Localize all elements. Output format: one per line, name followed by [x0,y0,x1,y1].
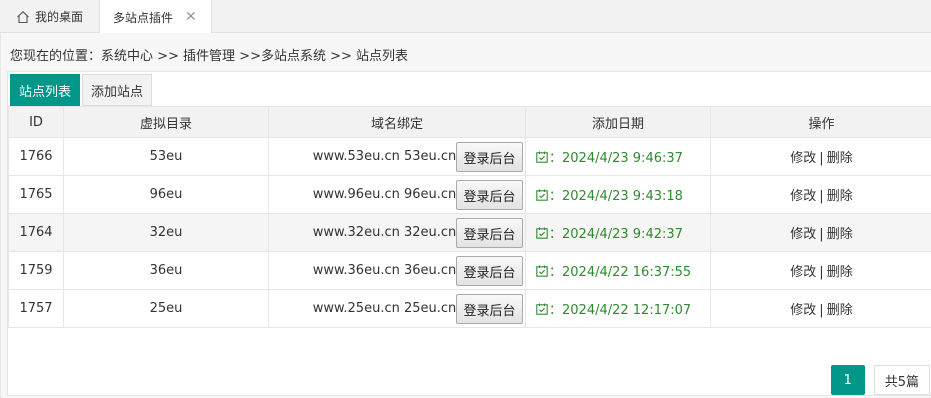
calendar-icon [536,227,548,239]
cell-id: 1764 [8,213,64,252]
login-admin-button[interactable]: 登录后台 [456,294,523,324]
domain-text: www.25eu.cn 25eu.cn [312,301,457,316]
cell-dir: 25eu [63,289,269,328]
calendar-icon [536,303,548,315]
date-text: ：2024/4/22 12:17:07 [549,303,692,318]
cell-actions: 修改 | 删除 [710,289,931,328]
domain-text: www.36eu.cn 36eu.cn [312,263,457,278]
table-row: 1757 25eu www.25eu.cn 25eu.cn 登录后台 ：2024… [8,289,931,328]
domain-text: www.32eu.cn 32eu.cn [312,225,457,240]
cell-date: ：2024/4/23 9:43:18 [525,175,711,214]
header-domain: 域名绑定 [268,106,526,138]
cell-id: 1766 [8,137,64,176]
cell-domain: www.96eu.cn 96eu.cn 登录后台 [268,175,526,214]
table-row: 1759 36eu www.36eu.cn 36eu.cn 登录后台 ：2024… [8,251,931,290]
domain-text: www.96eu.cn 96eu.cn [312,187,457,202]
site-list-panel: 站点列表 添加站点 ID 虚拟目录 域名绑定 添加日期 操作 1766 53eu [7,71,931,396]
tab-bar: 我的桌面 多站点插件 ✕ [0,0,931,34]
cell-date: ：2024/4/23 9:46:37 [525,137,711,176]
header-date: 添加日期 [525,106,711,138]
table-row: 1765 96eu www.96eu.cn 96eu.cn 登录后台 ：2024… [8,175,931,214]
action-separator: | [819,227,824,242]
tab-active-label: 多站点插件 [113,10,174,25]
breadcrumb: 您现在的位置：系统中心 >> 插件管理 >>多站点系统 >> 站点列表 [10,49,409,64]
cell-actions: 修改 | 删除 [710,251,931,290]
tab-home[interactable]: 我的桌面 [0,0,100,33]
action-separator: | [819,303,824,318]
cell-dir: 96eu [63,175,269,214]
cell-actions: 修改 | 删除 [710,137,931,176]
edit-link[interactable]: 修改 [790,151,816,166]
table-header-row: ID 虚拟目录 域名绑定 添加日期 操作 [8,106,931,138]
login-admin-button[interactable]: 登录后台 [456,218,523,248]
cell-id: 1759 [8,251,64,290]
home-icon [17,10,29,23]
calendar-icon [536,151,548,163]
table-row: 1766 53eu www.53eu.cn 53eu.cn 登录后台 ：2024… [8,137,931,176]
site-table: ID 虚拟目录 域名绑定 添加日期 操作 1766 53eu www.53eu.… [8,106,931,328]
delete-link[interactable]: 删除 [827,189,853,204]
cell-domain: www.32eu.cn 32eu.cn 登录后台 [268,213,526,252]
page-total-count: 共5篇 [873,365,930,395]
cell-dir: 32eu [63,213,269,252]
pagination: 1 共5篇 [830,365,930,395]
action-separator: | [819,189,824,204]
date-text: ：2024/4/23 9:46:37 [549,151,683,166]
close-icon[interactable]: ✕ [185,10,197,24]
delete-link[interactable]: 删除 [827,151,853,166]
login-admin-button[interactable]: 登录后台 [456,142,523,172]
action-separator: | [819,151,824,166]
edit-link[interactable]: 修改 [790,189,816,204]
action-separator: | [819,265,824,280]
domain-text: www.53eu.cn 53eu.cn [312,149,457,164]
table-row: 1764 32eu www.32eu.cn 32eu.cn 登录后台 ：2024… [8,213,931,252]
tab-home-label: 我的桌面 [35,10,84,24]
edit-link[interactable]: 修改 [790,303,816,318]
cell-domain: www.36eu.cn 36eu.cn 登录后台 [268,251,526,290]
date-text: ：2024/4/22 16:37:55 [549,265,692,280]
date-text: ：2024/4/23 9:43:18 [549,189,683,204]
cell-date: ：2024/4/23 9:42:37 [525,213,711,252]
site-list-button[interactable]: 站点列表 [10,74,81,106]
login-admin-button[interactable]: 登录后台 [456,256,523,286]
delete-link[interactable]: 删除 [827,227,853,242]
cell-domain: www.53eu.cn 53eu.cn 登录后台 [268,137,526,176]
cell-actions: 修改 | 删除 [710,213,931,252]
cell-domain: www.25eu.cn 25eu.cn 登录后台 [268,289,526,328]
main-content: 您现在的位置：系统中心 >> 插件管理 >>多站点系统 >> 站点列表 站点列表… [0,33,931,398]
date-text: ：2024/4/23 9:42:37 [549,227,683,242]
tab-multisite-plugin[interactable]: 多站点插件 ✕ [100,0,212,34]
toolbar: 站点列表 添加站点 [10,74,153,106]
cell-id: 1765 [8,175,64,214]
delete-link[interactable]: 删除 [827,265,853,280]
edit-link[interactable]: 修改 [790,265,816,280]
header-id: ID [8,106,64,138]
cell-date: ：2024/4/22 16:37:55 [525,251,711,290]
cell-id: 1757 [8,289,64,328]
cell-dir: 36eu [63,251,269,290]
cell-date: ：2024/4/22 12:17:07 [525,289,711,328]
header-actions: 操作 [710,106,931,138]
header-dir: 虚拟目录 [63,106,269,138]
add-site-button[interactable]: 添加站点 [82,74,153,106]
delete-link[interactable]: 删除 [827,303,853,318]
calendar-icon [536,265,548,277]
page-current-button[interactable]: 1 [830,365,865,395]
calendar-icon [536,189,548,201]
cell-actions: 修改 | 删除 [710,175,931,214]
edit-link[interactable]: 修改 [790,227,816,242]
login-admin-button[interactable]: 登录后台 [456,180,523,210]
cell-dir: 53eu [63,137,269,176]
